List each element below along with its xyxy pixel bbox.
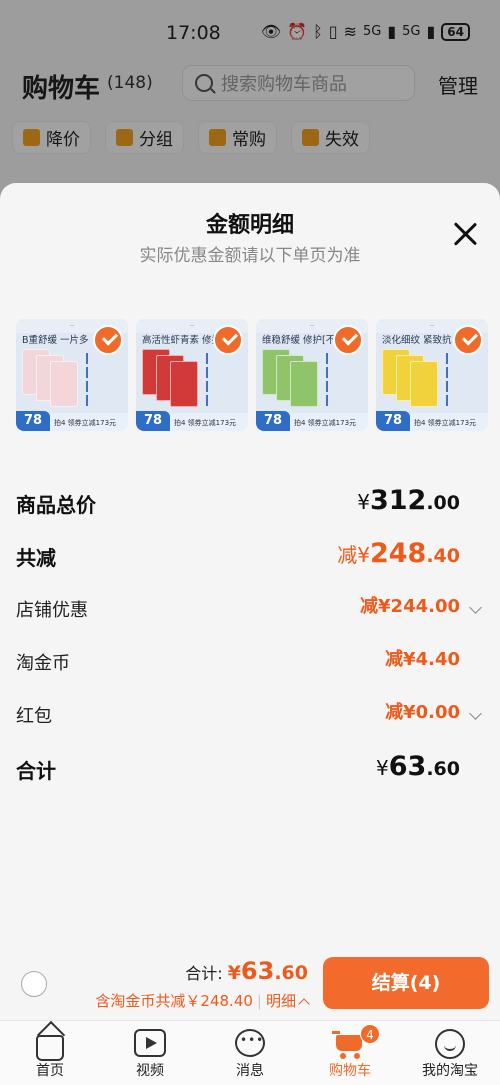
red-packet-label: 红包 bbox=[16, 706, 52, 727]
product-promo: 拍4 领券立减173元 bbox=[294, 419, 357, 427]
chevron-up-icon[interactable] bbox=[298, 998, 310, 1010]
tab-messages[interactable]: 消息 bbox=[200, 1021, 300, 1085]
checkout-button[interactable]: 结算(4) bbox=[323, 957, 489, 1009]
product-stats bbox=[326, 353, 364, 409]
check-icon[interactable] bbox=[453, 325, 483, 355]
smile-icon bbox=[435, 1029, 465, 1059]
sheet-title: 金额明细 bbox=[205, 213, 294, 238]
grand-total-row: 合计 ¥63.60 bbox=[16, 749, 484, 789]
store-discount-value: 减¥244.00 bbox=[360, 596, 460, 617]
product-list: ··· B重舒缓 一片多 78 拍4 领券立减173元 ··· 高活性虾青素 修… bbox=[16, 319, 488, 431]
chevron-down-icon[interactable] bbox=[469, 707, 482, 720]
checkout-bar: 合计: ¥63.60 含淘金币共减￥248.40 | 明细 结算(4) bbox=[0, 945, 500, 1020]
product-price: 78 bbox=[136, 411, 170, 431]
taojinbi-value: 减¥4.40 bbox=[385, 649, 460, 670]
tab-label: 视频 bbox=[136, 1063, 164, 1079]
check-icon[interactable] bbox=[93, 325, 123, 355]
tab-home[interactable]: 首页 bbox=[0, 1021, 100, 1085]
total-discount-value: 减¥248.40 bbox=[337, 538, 460, 569]
check-icon[interactable] bbox=[213, 325, 243, 355]
tab-my-taobao[interactable]: 我的淘宝 bbox=[400, 1021, 500, 1085]
subtotal-value: ¥312.00 bbox=[357, 485, 460, 516]
taojinbi-row: 淘金币 减¥4.40 bbox=[16, 643, 484, 683]
total-discount-label: 共减 bbox=[16, 546, 56, 570]
product-stats bbox=[206, 353, 244, 409]
taojinbi-label: 淘金币 bbox=[16, 653, 70, 674]
tab-label: 购物车 bbox=[329, 1063, 371, 1079]
message-icon bbox=[235, 1029, 265, 1057]
mask-packet bbox=[50, 361, 78, 407]
cart-badge: 4 bbox=[360, 1024, 380, 1044]
product-price: 78 bbox=[376, 411, 410, 431]
mask-packet bbox=[290, 361, 318, 407]
total-discount-row: 共减 减¥248.40 bbox=[16, 536, 484, 576]
product-stats bbox=[86, 353, 124, 409]
store-discount-label: 店铺优惠 bbox=[16, 600, 88, 621]
product-price: 78 bbox=[16, 411, 50, 431]
product-image bbox=[262, 349, 322, 411]
subtotal-label: 商品总价 bbox=[16, 493, 96, 517]
tab-cart[interactable]: 4 购物车 bbox=[300, 1021, 400, 1085]
mask-packet bbox=[170, 361, 198, 407]
detail-toggle[interactable]: 明细 bbox=[266, 992, 296, 1010]
product-image bbox=[142, 349, 202, 411]
product-card[interactable]: ··· B重舒缓 一片多 78 拍4 领券立减173元 bbox=[16, 319, 128, 431]
grand-total-label: 合计 bbox=[16, 759, 56, 783]
close-icon[interactable] bbox=[452, 221, 478, 247]
product-promo: 拍4 领券立减173元 bbox=[414, 419, 477, 427]
product-promo: 拍4 领券立减173元 bbox=[54, 419, 117, 427]
footer-total-amount: ¥63.60 bbox=[227, 957, 308, 985]
bottom-tabbar: 首页 视频 消息 4 购物车 我的淘宝 bbox=[0, 1020, 500, 1085]
check-icon[interactable] bbox=[333, 325, 363, 355]
red-packet-row[interactable]: 红包 减¥0.00 bbox=[16, 696, 484, 736]
product-image bbox=[382, 349, 442, 411]
video-icon bbox=[134, 1029, 166, 1057]
footer-total: 合计: ¥63.60 bbox=[185, 957, 308, 985]
tab-label: 我的淘宝 bbox=[422, 1063, 478, 1079]
tab-video[interactable]: 视频 bbox=[100, 1021, 200, 1085]
chevron-down-icon[interactable] bbox=[469, 601, 482, 614]
product-card[interactable]: ··· 淡化细纹 紧致抗 78 拍4 领券立减173元 bbox=[376, 319, 488, 431]
product-price: 78 bbox=[256, 411, 290, 431]
mask-packet bbox=[410, 361, 438, 407]
saving-text: 含淘金币共减￥248.40 bbox=[95, 992, 253, 1010]
product-stats bbox=[446, 353, 484, 409]
tab-label: 消息 bbox=[236, 1063, 264, 1079]
product-card[interactable]: ··· 高活性虾青素 修护 78 拍4 领券立减173元 bbox=[136, 319, 248, 431]
tab-label: 首页 bbox=[36, 1063, 64, 1079]
store-discount-row[interactable]: 店铺优惠 减¥244.00 bbox=[16, 590, 484, 630]
product-image bbox=[22, 349, 82, 411]
product-promo: 拍4 领券立减173元 bbox=[174, 419, 237, 427]
grand-total-value: ¥63.60 bbox=[376, 751, 460, 782]
home-icon bbox=[36, 1035, 64, 1061]
red-packet-value: 减¥0.00 bbox=[385, 702, 460, 723]
sheet-subtitle: 实际优惠金额请以下单页为准 bbox=[139, 246, 361, 266]
footer-saving[interactable]: 含淘金币共减￥248.40 | 明细 bbox=[95, 990, 310, 1011]
subtotal-row: 商品总价 ¥312.00 bbox=[16, 483, 484, 523]
select-all-checkbox[interactable] bbox=[21, 971, 47, 997]
product-card[interactable]: ··· 维稳舒缓 修护[不含 78 拍4 领券立减173元 bbox=[256, 319, 368, 431]
footer-total-label: 合计: bbox=[185, 964, 223, 983]
